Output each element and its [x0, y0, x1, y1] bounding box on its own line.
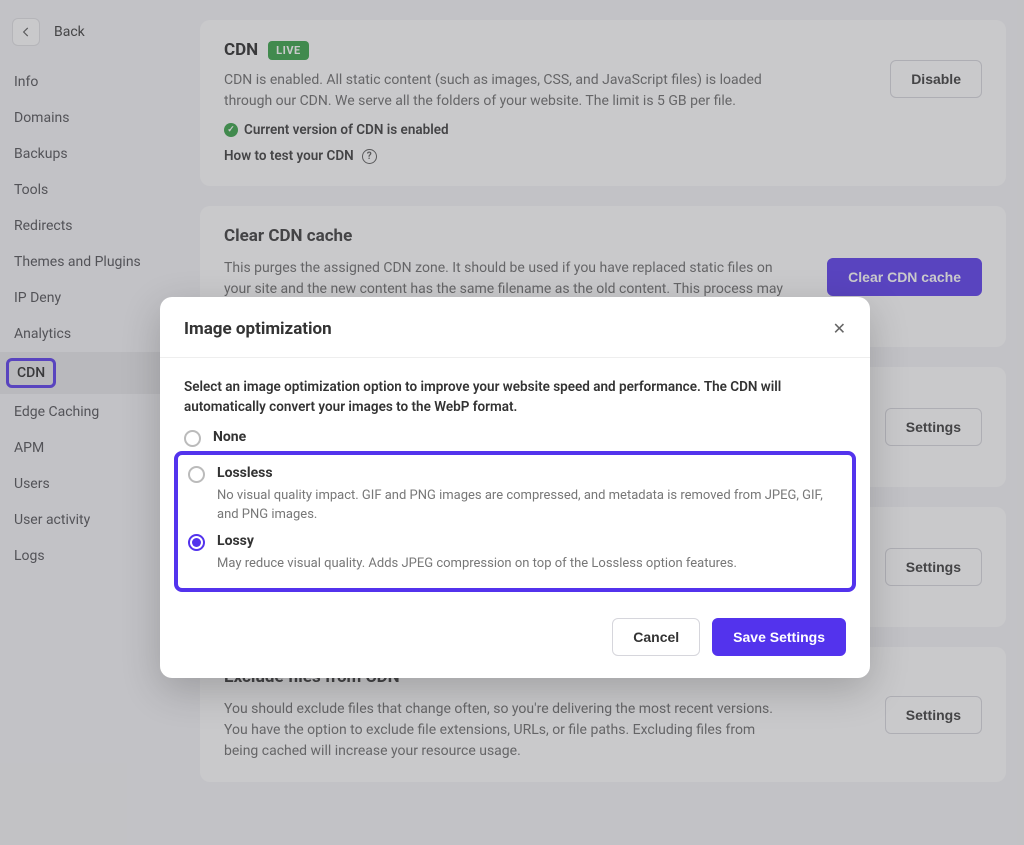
- settings-button-3[interactable]: Settings: [885, 696, 982, 734]
- exclude-desc1: You should exclude files that change oft…: [224, 699, 784, 720]
- close-icon[interactable]: ✕: [833, 319, 846, 339]
- howto-link[interactable]: How to test your CDN ?: [224, 148, 982, 164]
- radio-option-lossless[interactable]: Lossless: [188, 465, 842, 483]
- settings-button-2[interactable]: Settings: [885, 548, 982, 586]
- cdn-card: CDN LIVE CDN is enabled. All static cont…: [200, 20, 1006, 186]
- save-settings-button[interactable]: Save Settings: [712, 618, 846, 656]
- modal-body: Select an image optimization option to i…: [160, 358, 870, 602]
- back-button[interactable]: [12, 18, 40, 46]
- image-optimization-modal: Image optimization ✕ Select an image opt…: [160, 297, 870, 678]
- radio-icon: [184, 430, 201, 447]
- clear-title: Clear CDN cache: [224, 226, 982, 246]
- radio-label-none: None: [213, 429, 246, 445]
- back-row: Back: [0, 10, 200, 64]
- radio-icon-selected: [188, 534, 205, 551]
- radio-icon: [188, 466, 205, 483]
- arrow-left-icon: [19, 25, 33, 39]
- radio-desc-lossy: May reduce visual quality. Adds JPEG com…: [217, 555, 842, 574]
- sidebar-item-backups[interactable]: Backups: [0, 136, 200, 172]
- modal-title: Image optimization: [184, 319, 332, 339]
- sidebar-item-themes[interactable]: Themes and Plugins: [0, 244, 200, 280]
- sidebar-item-redirects[interactable]: Redirects: [0, 208, 200, 244]
- back-label: Back: [54, 24, 85, 40]
- cdn-card-desc: CDN is enabled. All static content (such…: [224, 70, 784, 112]
- sidebar-item-tools[interactable]: Tools: [0, 172, 200, 208]
- cdn-card-title: CDN LIVE: [224, 40, 982, 60]
- sidebar-item-domains[interactable]: Domains: [0, 100, 200, 136]
- modal-header: Image optimization ✕: [160, 297, 870, 358]
- modal-intro: Select an image optimization option to i…: [184, 378, 846, 417]
- clear-cache-button[interactable]: Clear CDN cache: [827, 258, 982, 296]
- sidebar-item-info[interactable]: Info: [0, 64, 200, 100]
- radio-label-lossless: Lossless: [217, 465, 273, 481]
- help-icon: ?: [362, 149, 377, 164]
- highlight-box: Lossless No visual quality impact. GIF a…: [174, 451, 856, 592]
- cancel-button[interactable]: Cancel: [612, 618, 700, 656]
- radio-option-none[interactable]: None: [184, 429, 846, 447]
- radio-desc-lossless: No visual quality impact. GIF and PNG im…: [217, 487, 842, 525]
- settings-button-1[interactable]: Settings: [885, 408, 982, 446]
- radio-option-lossy[interactable]: Lossy: [188, 533, 842, 551]
- modal-footer: Cancel Save Settings: [160, 602, 870, 678]
- exclude-desc2: You have the option to exclude file exte…: [224, 720, 784, 762]
- disable-button[interactable]: Disable: [890, 60, 982, 98]
- live-badge: LIVE: [268, 41, 309, 60]
- radio-label-lossy: Lossy: [217, 533, 254, 549]
- check-circle-icon: [224, 123, 238, 137]
- cdn-status: Current version of CDN is enabled: [224, 122, 982, 138]
